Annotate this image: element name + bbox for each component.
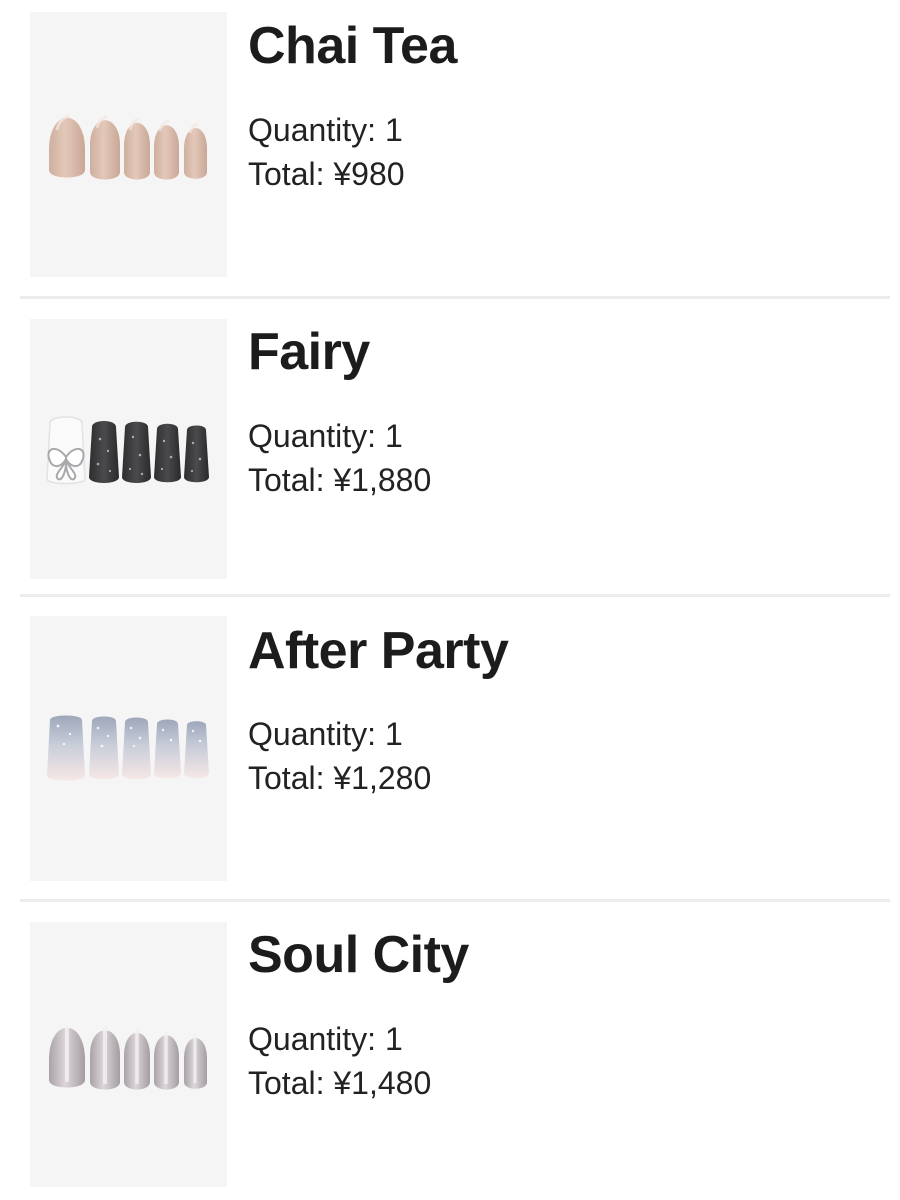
product-quantity: Quantity: 1 <box>248 716 403 752</box>
product-name[interactable]: Chai Tea <box>248 16 457 76</box>
product-image-after-party[interactable] <box>30 616 227 881</box>
product-image-soul-city[interactable] <box>30 922 227 1187</box>
product-quantity: Quantity: 1 <box>248 418 403 454</box>
nail-set-black-glitter-butterfly-icon <box>46 416 209 485</box>
product-name[interactable]: Soul City <box>248 925 469 985</box>
product-image-fairy[interactable] <box>30 319 227 579</box>
product-name[interactable]: After Party <box>248 621 509 681</box>
nail-set-nude-oval-icon <box>49 114 207 180</box>
order-item-list: Chai Tea Quantity: 1 Total: ¥980 Fairy Q… <box>0 0 900 1200</box>
product-name[interactable]: Fairy <box>248 322 370 382</box>
nail-set-grey-chrome-oval-icon <box>49 1026 207 1090</box>
product-image-chai-tea[interactable] <box>30 12 227 277</box>
product-total: Total: ¥1,880 <box>248 462 432 498</box>
product-quantity: Quantity: 1 <box>248 1021 403 1057</box>
nail-set-silver-glitter-ombre-icon <box>47 715 209 781</box>
product-total: Total: ¥1,480 <box>248 1065 432 1101</box>
product-total: Total: ¥980 <box>248 156 405 192</box>
order-item[interactable]: Chai Tea Quantity: 1 Total: ¥980 <box>0 0 900 297</box>
product-quantity: Quantity: 1 <box>248 112 403 148</box>
order-item[interactable]: After Party Quantity: 1 Total: ¥1,280 <box>0 597 900 900</box>
product-total: Total: ¥1,280 <box>248 760 432 796</box>
order-item[interactable]: Soul City Quantity: 1 Total: ¥1,480 <box>0 902 900 1200</box>
order-item[interactable]: Fairy Quantity: 1 Total: ¥1,880 <box>0 299 900 596</box>
